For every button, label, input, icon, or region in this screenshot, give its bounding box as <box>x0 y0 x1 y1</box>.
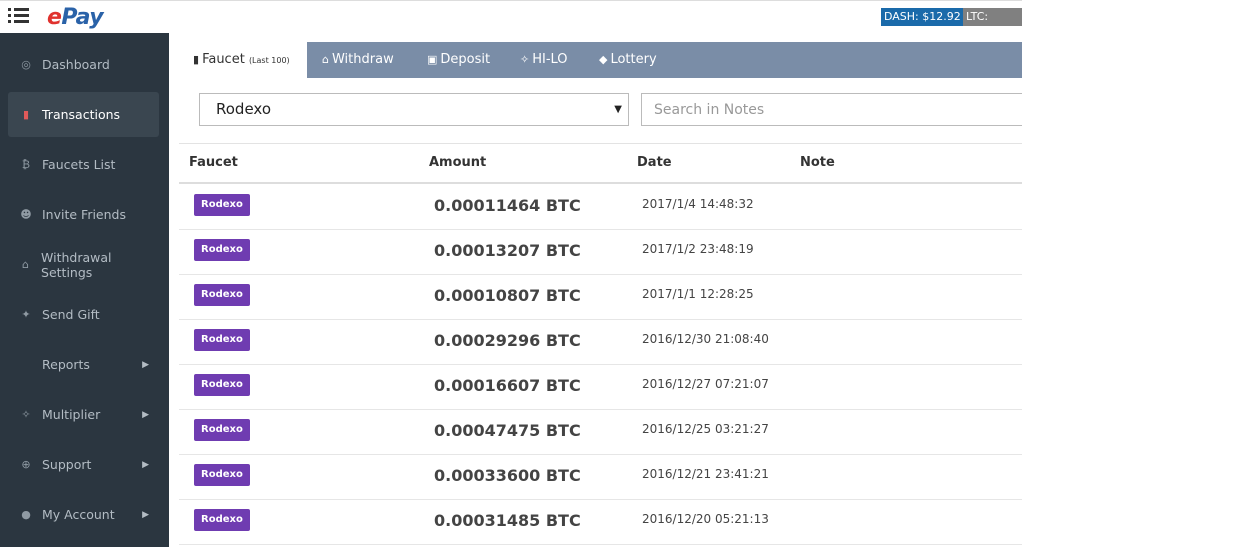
transactions-panel: ▮ Faucet (Last 100) ⌂ Withdraw ▣ Deposit ✧ H… <box>179 42 1022 547</box>
caret-right-icon: ▶ <box>142 509 149 520</box>
sidebar-item-label: Reports <box>42 357 90 372</box>
sidebar-item-send-gift[interactable]: ✦ Send Gift <box>8 292 159 337</box>
amount-cell: 0.00013207 BTC <box>434 241 581 260</box>
amount-cell: 0.00029296 BTC <box>434 331 581 350</box>
tab-hi-lo[interactable]: ✧ HI-LO <box>520 42 568 78</box>
caret-right-icon: ▶ <box>142 459 149 470</box>
sidebar-item-label: Transactions <box>42 107 121 122</box>
table-row: Rodexo 0.00031485 BTC 2016/12/20 05:21:1… <box>179 499 1022 545</box>
tab-lottery[interactable]: ◆ Lottery <box>599 42 657 78</box>
lifebuoy-icon: ⊕ <box>21 458 31 471</box>
ticket-icon: ◆ <box>599 53 608 66</box>
user-icon: ● <box>21 508 31 521</box>
sidebar-item-label: Send Gift <box>42 307 100 322</box>
sidebar-item-label: Withdrawal Settings <box>41 249 112 280</box>
bar-chart-icon: ▮ <box>22 108 30 121</box>
sidebar-item-dashboard[interactable]: ◎ Dashboard <box>8 42 159 87</box>
dashboard-icon: ◎ <box>21 58 31 71</box>
table-row: Rodexo 0.00013207 BTC 2017/1/2 23:48:19 <box>179 229 1022 275</box>
tab-bar: ▮ Faucet (Last 100) ⌂ Withdraw ▣ Deposit ✧ H… <box>179 42 1022 78</box>
users-icon: ☻ <box>20 208 32 221</box>
magic-wand-icon: ✧ <box>21 408 31 421</box>
hamburger-menu-icon[interactable] <box>8 8 29 26</box>
faucet-label[interactable]: Rodexo <box>194 329 250 351</box>
sidebar-item-faucets-list[interactable]: ₿ Faucets List <box>8 142 159 187</box>
date-cell: 2016/12/30 21:08:40 <box>642 332 769 346</box>
sidebar-item-withdrawal-settings[interactable]: ⌂ Withdrawal Settings <box>8 242 159 287</box>
faucet-label[interactable]: Rodexo <box>194 374 250 396</box>
money-icon: ▣ <box>427 53 438 66</box>
date-cell: 2017/1/4 14:48:32 <box>642 197 754 211</box>
sidebar: ◎ Dashboard ▮ Transactions ₿ Faucets Lis… <box>0 33 169 547</box>
ltc-balance-badge: LTC: $4.52 <box>963 8 1022 41</box>
faucet-label[interactable]: Rodexo <box>194 284 250 306</box>
sidebar-item-transactions[interactable]: ▮ Transactions <box>8 92 159 137</box>
sidebar-item-label: Faucets List <box>42 157 116 172</box>
amount-cell: 0.00033600 BTC <box>434 466 581 485</box>
gift-icon: ✦ <box>21 308 31 321</box>
date-cell: 2016/12/27 07:21:07 <box>642 377 769 391</box>
table-row: Rodexo 0.00010807 BTC 2017/1/1 12:28:25 <box>179 274 1022 320</box>
bank-icon: ⌂ <box>322 53 329 66</box>
column-header-faucet: Faucet <box>189 155 238 170</box>
date-cell: 2017/1/2 23:48:19 <box>642 242 754 256</box>
sidebar-item-my-account[interactable]: ● My Account ▶ <box>8 492 159 537</box>
table-row: Rodexo 0.00029296 BTC 2016/12/30 21:08:4… <box>179 319 1022 365</box>
date-cell: 2016/12/25 03:21:27 <box>642 422 769 436</box>
table-row: Rodexo 0.00047475 BTC 2016/12/25 03:21:2… <box>179 409 1022 455</box>
table-row: Rodexo 0.00033600 BTC 2016/12/21 23:41:2… <box>179 454 1022 500</box>
amount-cell: 0.00016607 BTC <box>434 376 581 395</box>
divider <box>179 143 1022 144</box>
faucet-label[interactable]: Rodexo <box>194 464 250 486</box>
date-cell: 2016/12/20 05:21:13 <box>642 512 769 526</box>
sidebar-item-label: Multiplier <box>42 407 101 422</box>
tab-withdraw[interactable]: ⌂ Withdraw <box>322 42 394 78</box>
caret-right-icon: ▶ <box>142 409 149 420</box>
faucet-label[interactable]: Rodexo <box>194 419 250 441</box>
caret-right-icon: ▶ <box>142 359 149 370</box>
sidebar-item-label: Invite Friends <box>42 207 126 222</box>
faucet-label[interactable]: Rodexo <box>194 194 250 216</box>
bank-icon: ⌂ <box>22 258 29 271</box>
column-header-note: Note <box>800 155 835 170</box>
dropdown-arrow-icon: ▼ <box>614 104 622 115</box>
faucet-filter-select[interactable]: Rodexo ▼ <box>199 93 629 126</box>
dash-balance-badge: DASH: $12.92 <box>881 8 964 26</box>
epay-logo[interactable]: ePay <box>47 5 104 30</box>
date-cell: 2017/1/1 12:28:25 <box>642 287 754 301</box>
faucet-label[interactable]: Rodexo <box>194 239 250 261</box>
top-bar: ePay DASH: $12.92 LTC: $4.52 <box>0 0 1022 41</box>
amount-cell: 0.00047475 BTC <box>434 421 581 440</box>
date-cell: 2016/12/21 23:41:21 <box>642 467 769 481</box>
table-row: Rodexo 0.00016607 BTC 2016/12/27 07:21:0… <box>179 364 1022 410</box>
sidebar-item-label: Support <box>42 457 92 472</box>
amount-cell: 0.00010807 BTC <box>434 286 581 305</box>
sidebar-item-invite-friends[interactable]: ☻ Invite Friends <box>8 192 159 237</box>
sidebar-item-reports[interactable]: Reports ▶ <box>8 342 159 387</box>
table-row: Rodexo 0.00011464 BTC 2017/1/4 14:48:32 <box>179 184 1022 230</box>
sidebar-item-multiplier[interactable]: ✧ Multiplier ▶ <box>8 392 159 437</box>
sidebar-item-label: My Account <box>42 507 115 522</box>
tab-faucet[interactable]: ▮ Faucet (Last 100) <box>179 42 307 78</box>
magic-wand-icon: ✧ <box>520 53 530 66</box>
notes-search-input[interactable] <box>641 93 1022 126</box>
column-header-amount: Amount <box>429 155 487 170</box>
amount-cell: 0.00011464 BTC <box>434 196 581 215</box>
tab-deposit[interactable]: ▣ Deposit <box>427 42 490 78</box>
sidebar-item-support[interactable]: ⊕ Support ▶ <box>8 442 159 487</box>
column-header-date: Date <box>637 155 672 170</box>
bar-chart-icon: ▮ <box>193 53 200 66</box>
amount-cell: 0.00031485 BTC <box>434 511 581 530</box>
sidebar-item-label: Dashboard <box>42 57 110 72</box>
faucet-label[interactable]: Rodexo <box>194 509 250 531</box>
bitcoin-icon: ₿ <box>21 158 31 171</box>
